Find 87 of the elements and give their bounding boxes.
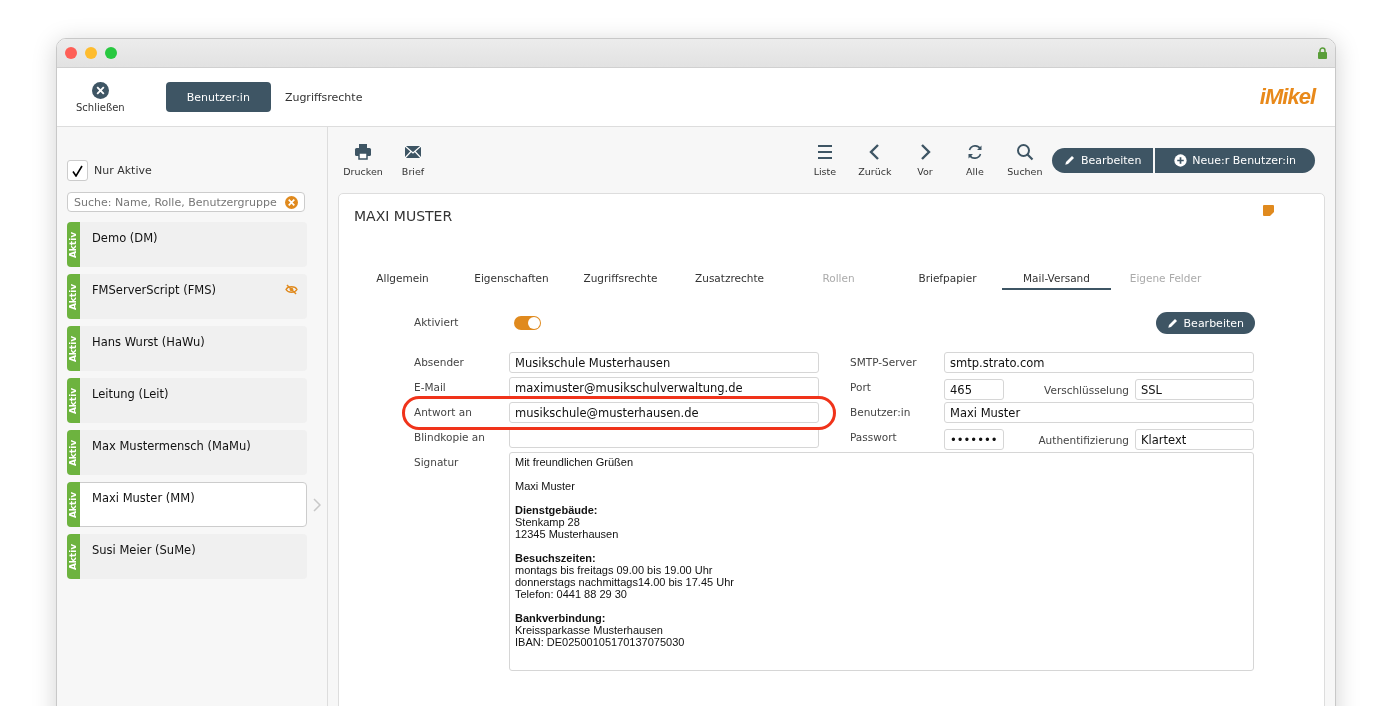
status-badge: Aktiv bbox=[67, 430, 80, 475]
pencil-icon bbox=[1063, 154, 1076, 166]
input-field[interactable]: SSL bbox=[1135, 379, 1254, 400]
user-name: Susi Meier (SuMe) bbox=[91, 542, 196, 557]
field-label: Signatur bbox=[414, 455, 460, 468]
input-field[interactable]: 465 bbox=[944, 379, 1004, 400]
signature-paragraph: Besuchszeiten: montags bis freitags 09.00 bis 19.00 Uhr donnerstags nachmittags14.00 bis 17.45 Uhr Telefon: 0441 88 29 30 bbox=[515, 552, 735, 600]
user-list-item[interactable]: Aktiv Demo (DM) bbox=[67, 222, 307, 267]
search-icon bbox=[1015, 143, 1034, 161]
close-button[interactable]: Schließen bbox=[71, 81, 130, 113]
user-list-item[interactable]: Aktiv FMServerScript (FMS) bbox=[67, 274, 307, 319]
user-name: Demo (DM) bbox=[91, 230, 158, 245]
signature-paragraph: Mit freundlichen Grüßen bbox=[515, 456, 634, 468]
toolbar-button[interactable]: Brief bbox=[388, 143, 438, 177]
user-list-item[interactable]: Aktiv Hans Wurst (HaWu) bbox=[67, 326, 307, 371]
status-badge: Aktiv bbox=[67, 534, 80, 579]
field-label: Absender bbox=[414, 355, 465, 368]
user-name: FMServerScript (FMS) bbox=[91, 282, 217, 297]
record-title: MAXI MUSTER bbox=[354, 208, 453, 224]
edit-button[interactable]: Bearbeiten bbox=[1155, 312, 1255, 334]
toolbar-button[interactable]: Suchen bbox=[999, 143, 1050, 177]
signature-paragraph: Dienstgebäude: Stenkamp 28 12345 Musterhausen bbox=[515, 504, 620, 540]
tab[interactable]: Zusatzrechte bbox=[675, 268, 784, 290]
toolbar-button[interactable]: Liste bbox=[799, 143, 850, 177]
search-field[interactable]: Suche: Name, Rolle, Benutzergruppe bbox=[67, 192, 305, 212]
user-name: Maxi Muster (MM) bbox=[91, 490, 195, 505]
tab[interactable]: Mail-Versand bbox=[1002, 268, 1111, 290]
input-field[interactable]: Musikschule Musterhausen bbox=[509, 352, 819, 373]
input-field[interactable]: Klartext bbox=[1135, 429, 1254, 450]
toolbar-button[interactable]: Drucken bbox=[338, 143, 388, 177]
status-badge: Aktiv bbox=[67, 222, 80, 267]
signature-field[interactable] bbox=[509, 452, 1254, 671]
user-name: Max Mustermensch (MaMu) bbox=[91, 438, 251, 453]
field-label: Benutzer:in bbox=[850, 405, 912, 418]
user-name: Hans Wurst (HaWu) bbox=[91, 334, 205, 349]
minimize-button[interactable] bbox=[85, 47, 97, 59]
toggle-label: Aktiviert bbox=[414, 315, 460, 328]
input-field[interactable]: smtp.strato.com bbox=[944, 352, 1254, 373]
user-list-item[interactable]: Aktiv Max Mustermensch (MaMu) bbox=[67, 430, 307, 475]
toolbar-button[interactable]: Alle bbox=[949, 143, 1000, 177]
input-field[interactable]: ••••••• bbox=[944, 429, 1004, 450]
tab[interactable]: Briefpapier bbox=[893, 268, 1002, 290]
user-list-item[interactable]: Aktiv Leitung (Leit) bbox=[67, 378, 307, 423]
field-label: Blindkopie an bbox=[414, 430, 486, 443]
field-label: Authentifizierung bbox=[1037, 433, 1130, 446]
user-list-item[interactable]: Aktiv Susi Meier (SuMe) bbox=[67, 534, 307, 579]
tab[interactable]: Zugriffsrechte bbox=[270, 82, 377, 112]
close-window-button[interactable] bbox=[65, 47, 77, 59]
menu-icon bbox=[815, 143, 834, 161]
signature-paragraph: Bankverbindung: Kreissparkasse Musterhausen IBAN: DE02500105170137075030 bbox=[515, 612, 686, 648]
logo: iMikel bbox=[1259, 84, 1315, 110]
signature-paragraph: Maxi Muster bbox=[515, 480, 576, 492]
printer-icon bbox=[354, 143, 372, 161]
toolbar-button[interactable]: Vor bbox=[899, 143, 950, 177]
checkbox-label: Nur Aktive bbox=[94, 164, 152, 177]
clear-icon[interactable] bbox=[285, 195, 298, 209]
field-label: E-Mail bbox=[414, 380, 447, 393]
user-name: Leitung (Leit) bbox=[91, 386, 169, 401]
tab[interactable]: Eigenschaften bbox=[457, 268, 566, 290]
toggle-switch[interactable] bbox=[514, 316, 541, 330]
plus-circle-icon bbox=[1174, 153, 1188, 167]
action-button[interactable]: Bearbeiten bbox=[1051, 147, 1154, 173]
status-badge: Aktiv bbox=[67, 326, 80, 371]
checkbox[interactable] bbox=[67, 160, 88, 181]
status-badge: Aktiv bbox=[67, 378, 80, 423]
check-icon bbox=[72, 164, 83, 177]
tab[interactable]: Allgemein bbox=[348, 268, 457, 290]
note-icon[interactable] bbox=[1263, 205, 1274, 216]
status-badge: Aktiv bbox=[67, 482, 80, 527]
tab[interactable]: Zugriffsrechte bbox=[566, 268, 675, 290]
field-label: Verschlüsselung bbox=[1043, 383, 1130, 396]
status-badge: Aktiv bbox=[67, 274, 80, 319]
tab[interactable]: Benutzer:in bbox=[165, 82, 271, 112]
chevron-right-icon bbox=[313, 498, 321, 512]
action-button[interactable]: Neue:r Benutzer:in bbox=[1155, 147, 1315, 173]
input-field[interactable]: Maxi Muster bbox=[944, 402, 1254, 423]
close-icon bbox=[91, 81, 109, 99]
maximize-button[interactable] bbox=[105, 47, 117, 59]
input-field[interactable]: musikschule@musterhausen.de bbox=[509, 402, 819, 423]
pencil-icon bbox=[1166, 317, 1179, 329]
field-label: Antwort an bbox=[414, 405, 473, 418]
toolbar-button[interactable]: Zurück bbox=[849, 143, 900, 177]
envelope-icon bbox=[404, 143, 422, 161]
field-label: Passwort bbox=[850, 430, 898, 443]
field-label: SMTP-Server bbox=[850, 355, 918, 368]
field-label: Port bbox=[850, 380, 872, 393]
input-field[interactable]: maximuster@musikschulverwaltung.de bbox=[509, 377, 819, 398]
